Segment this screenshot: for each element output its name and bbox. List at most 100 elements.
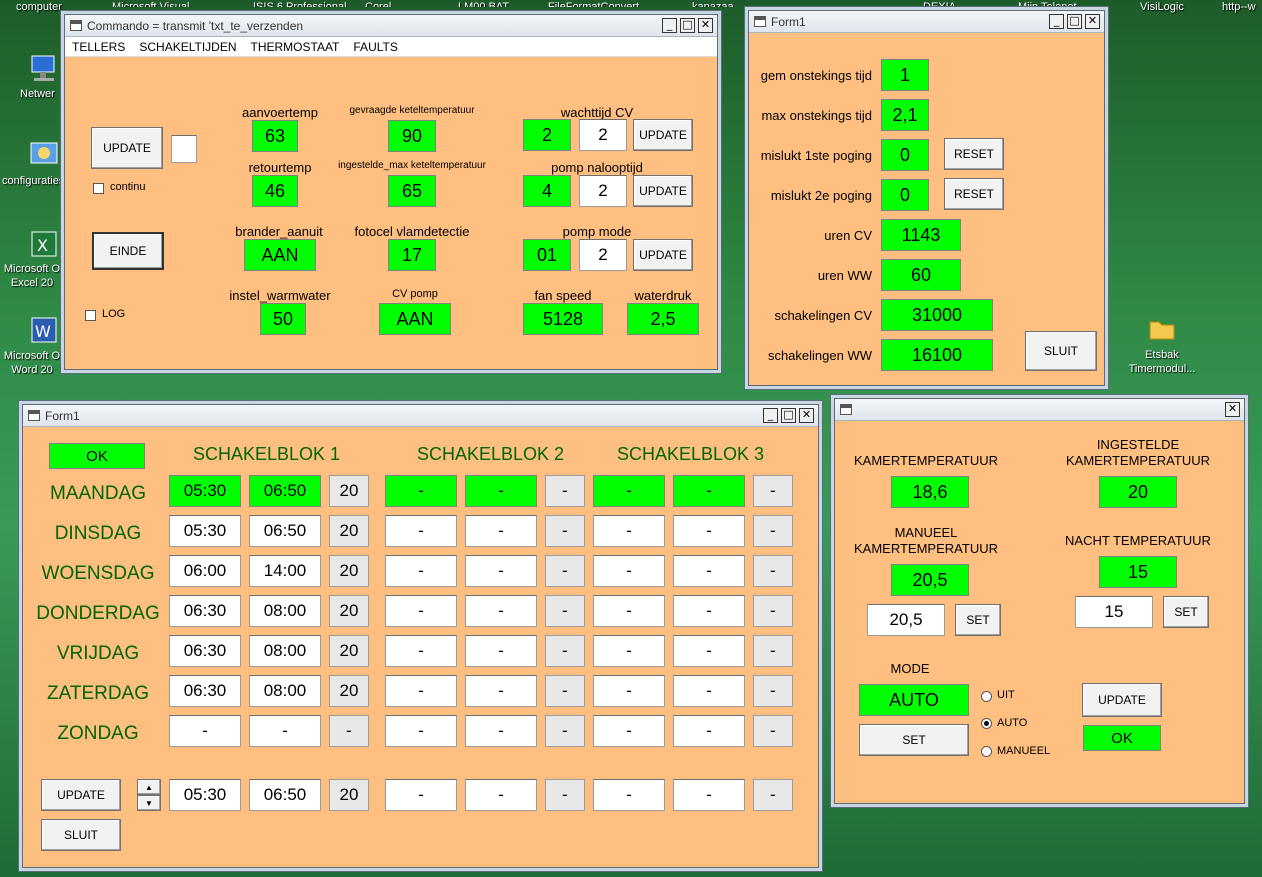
schedule-cell[interactable]: - xyxy=(545,555,585,587)
maximize-button[interactable]: □ xyxy=(1067,14,1082,29)
menu-thermostaat[interactable]: THERMOSTAAT xyxy=(244,37,347,57)
schedule-cell[interactable]: 20 xyxy=(329,595,369,627)
schedule-cell[interactable]: 06:30 xyxy=(169,595,241,627)
nacht-input[interactable]: 15 xyxy=(1075,596,1153,628)
schedule-cell[interactable]: - xyxy=(465,635,537,667)
schedule-cell[interactable]: - xyxy=(673,475,745,507)
schedule-cell[interactable]: - xyxy=(593,555,665,587)
schedule-cell[interactable]: - xyxy=(545,635,585,667)
maximize-button[interactable]: □ xyxy=(680,18,695,33)
desktop-icon-word-label[interactable]: Microsoft O Word 20 xyxy=(2,349,62,377)
pomp-naloop-input[interactable]: 2 xyxy=(579,175,627,207)
schedule-cell[interactable]: 06:30 xyxy=(169,675,241,707)
menu-schakeltijden[interactable]: SCHAKELTIJDEN xyxy=(132,37,243,57)
pomp-mode-input[interactable]: 2 xyxy=(579,239,627,271)
schedule-cell[interactable]: - xyxy=(593,715,665,747)
excel-icon[interactable]: X xyxy=(28,228,60,260)
schedule-cell[interactable]: - xyxy=(753,675,793,707)
desktop-top-label[interactable]: Corel xyxy=(365,0,391,7)
sluit-button[interactable]: SLUIT xyxy=(1025,331,1097,371)
schedule-cell[interactable]: - xyxy=(465,475,537,507)
schedule-cell[interactable]: 05:30 xyxy=(169,475,241,507)
reset-1ste-button[interactable]: RESET xyxy=(944,138,1004,170)
schedule-cell[interactable]: 06:50 xyxy=(249,515,321,547)
edit-cell[interactable]: - xyxy=(545,779,585,811)
minimize-button[interactable]: _ xyxy=(662,18,677,33)
schedule-cell[interactable]: 20 xyxy=(329,635,369,667)
spin-up-button[interactable]: ▲ xyxy=(137,779,161,795)
schedule-cell[interactable]: - xyxy=(753,595,793,627)
desktop-top-label[interactable]: LM00.BAT xyxy=(458,0,509,7)
schedule-cell[interactable]: - xyxy=(385,555,457,587)
schedule-cell[interactable]: - xyxy=(465,595,537,627)
schedule-cell[interactable]: - xyxy=(673,515,745,547)
minimize-button[interactable]: _ xyxy=(1049,14,1064,29)
schedule-cell[interactable]: - xyxy=(753,715,793,747)
control-panel-icon[interactable] xyxy=(28,138,60,170)
continu-checkbox[interactable] xyxy=(93,183,104,194)
spin-down-button[interactable]: ▼ xyxy=(137,795,161,811)
desktop-icon-visilogic-label[interactable]: VisiLogic xyxy=(1140,0,1184,14)
desktop-icon-http-label[interactable]: http--w xyxy=(1222,0,1256,14)
title-bar[interactable]: ✕ xyxy=(835,399,1244,421)
schedule-cell[interactable]: - xyxy=(465,675,537,707)
wachttijd-input[interactable]: 2 xyxy=(579,119,627,151)
menu-tellers[interactable]: TELLERS xyxy=(65,37,132,57)
schedule-cell[interactable]: - xyxy=(329,715,369,747)
schedule-cell[interactable]: - xyxy=(753,515,793,547)
schedule-cell[interactable]: 08:00 xyxy=(249,675,321,707)
desktop-top-label[interactable]: Microsoft Visual xyxy=(112,0,189,7)
schedule-cell[interactable]: - xyxy=(593,675,665,707)
folder-icon[interactable] xyxy=(1146,312,1178,344)
nacht-set-button[interactable]: SET xyxy=(1163,596,1209,628)
desktop-icon-etsbak-label[interactable]: Etsbak Timermodul... xyxy=(1122,348,1202,376)
log-checkbox[interactable] xyxy=(85,310,96,321)
schedule-cell[interactable]: - xyxy=(753,635,793,667)
schedule-cell[interactable]: 20 xyxy=(329,475,369,507)
schedule-cell[interactable]: - xyxy=(753,555,793,587)
schedule-cell[interactable]: - xyxy=(593,515,665,547)
desktop-top-label[interactable]: FileFormatConvert xyxy=(548,0,639,7)
desktop-top-label[interactable]: ISIS 6 Professional xyxy=(253,0,347,7)
edit-cell[interactable]: - xyxy=(753,779,793,811)
network-icon[interactable] xyxy=(28,52,60,84)
desktop-top-label[interactable]: kanazaa xyxy=(692,0,734,7)
close-button[interactable]: ✕ xyxy=(1225,402,1240,417)
close-button[interactable]: ✕ xyxy=(1085,14,1100,29)
schedule-cell[interactable]: - xyxy=(545,715,585,747)
radio-auto[interactable] xyxy=(981,718,992,729)
edit-cell[interactable]: - xyxy=(465,779,537,811)
schedule-cell[interactable]: - xyxy=(593,595,665,627)
minimize-button[interactable]: _ xyxy=(763,408,778,423)
edit-cell[interactable]: 20 xyxy=(329,779,369,811)
edit-cell[interactable]: 05:30 xyxy=(169,779,241,811)
schedule-cell[interactable]: - xyxy=(673,635,745,667)
schedule-cell[interactable]: - xyxy=(385,475,457,507)
schedule-cell[interactable]: - xyxy=(753,475,793,507)
schedule-cell[interactable]: 08:00 xyxy=(249,635,321,667)
desktop-icon-computer-label[interactable]: computer xyxy=(16,0,62,14)
schedule-cell[interactable]: 06:30 xyxy=(169,635,241,667)
sluit-button[interactable]: SLUIT xyxy=(41,819,121,851)
reset-2e-button[interactable]: RESET xyxy=(944,178,1004,210)
maximize-button[interactable]: □ xyxy=(781,408,796,423)
update-button[interactable]: UPDATE xyxy=(41,779,121,811)
schedule-cell[interactable]: - xyxy=(673,555,745,587)
schedule-cell[interactable]: - xyxy=(593,475,665,507)
schedule-cell[interactable]: - xyxy=(385,595,457,627)
manueel-set-button[interactable]: SET xyxy=(955,604,1001,636)
schedule-cell[interactable]: - xyxy=(545,595,585,627)
close-button[interactable]: ✕ xyxy=(799,408,814,423)
edit-cell[interactable]: - xyxy=(593,779,665,811)
pomp-naloop-update-button[interactable]: UPDATE xyxy=(633,175,693,207)
manueel-input[interactable]: 20,5 xyxy=(867,604,945,636)
schedule-cell[interactable]: - xyxy=(385,635,457,667)
update-input[interactable] xyxy=(171,135,197,163)
schedule-cell[interactable]: - xyxy=(385,515,457,547)
schedule-cell[interactable]: - xyxy=(673,715,745,747)
close-button[interactable]: ✕ xyxy=(698,18,713,33)
schedule-cell[interactable]: - xyxy=(249,715,321,747)
schedule-cell[interactable]: - xyxy=(385,675,457,707)
schedule-cell[interactable]: - xyxy=(673,595,745,627)
wachttijd-update-button[interactable]: UPDATE xyxy=(633,119,693,151)
